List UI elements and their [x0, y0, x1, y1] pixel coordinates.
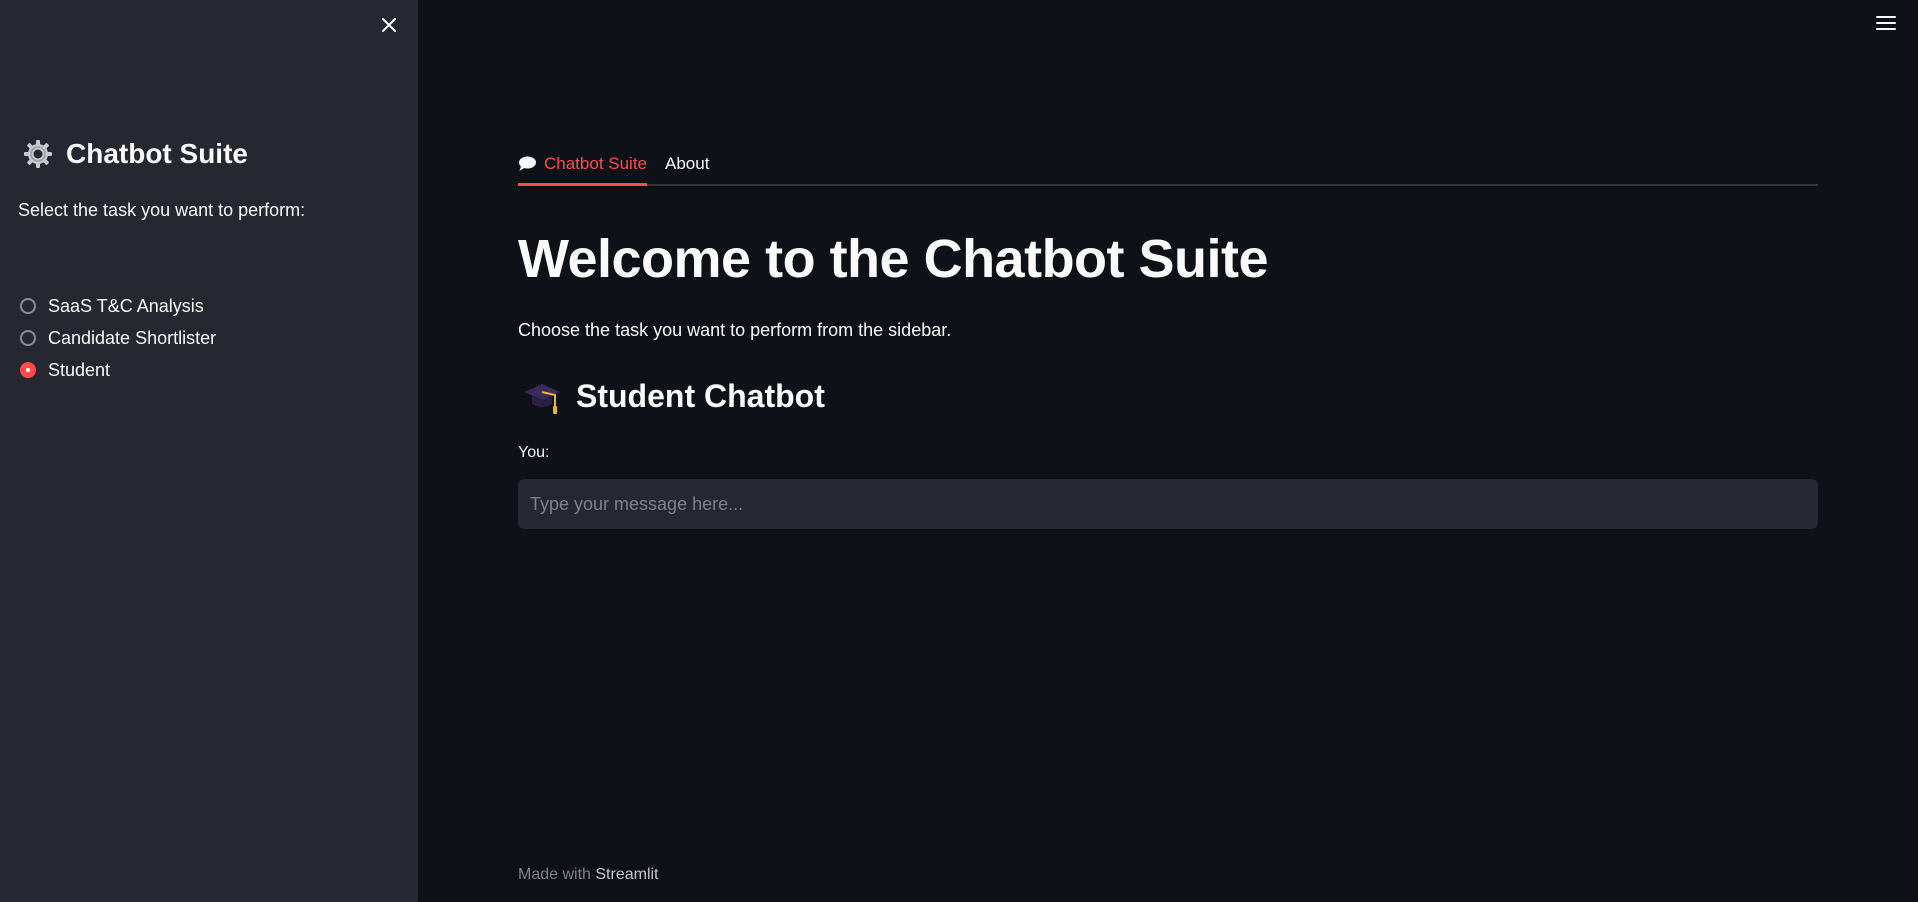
tab-chatbot-suite[interactable]: Chatbot Suite — [518, 146, 648, 186]
chat-message-input[interactable] — [518, 479, 1818, 529]
radio-option-candidate-shortlister[interactable]: Candidate Shortlister — [20, 322, 216, 354]
radio-button-unselected[interactable] — [20, 298, 36, 314]
radio-label: SaaS T&C Analysis — [48, 295, 204, 316]
tab-bar: Chatbot Suite About — [518, 142, 1818, 186]
sidebar-title-text: Chatbot Suite — [66, 138, 248, 169]
section-title: Student Chatbot — [522, 378, 825, 415]
close-icon — [382, 18, 396, 32]
task-radio-group: SaaS T&C Analysis Candidate Shortlister … — [20, 290, 216, 386]
tab-about[interactable]: About — [665, 146, 709, 182]
sidebar-title: Chatbot Suite — [22, 138, 248, 170]
task-select-prompt: Select the task you want to perform: — [18, 200, 306, 220]
page-subtitle: Choose the task you want to perform from… — [518, 320, 952, 340]
chat-input-label: You: — [518, 444, 550, 461]
sidebar: Chatbot Suite Select the task you want t… — [0, 0, 418, 902]
page-title: Welcome to the Chatbot Suite — [518, 229, 1269, 289]
radio-button-selected[interactable] — [20, 362, 36, 378]
tab-label: Chatbot Suite — [544, 154, 648, 173]
app-root: Chatbot Suite Select the task you want t… — [0, 0, 1918, 902]
gear-icon — [24, 140, 52, 168]
speech-bubble-icon — [519, 156, 536, 171]
sidebar-close-button[interactable] — [376, 12, 402, 38]
hamburger-menu-icon — [1876, 28, 1896, 30]
footer: Made with Streamlit — [518, 866, 659, 884]
section-title-text: Student Chatbot — [576, 378, 825, 414]
radio-button-unselected[interactable] — [20, 330, 36, 346]
main-menu-button[interactable] — [1876, 12, 1902, 34]
tab-label: About — [665, 154, 710, 173]
footer-prefix: Made with — [518, 866, 591, 883]
graduation-cap-icon — [524, 383, 560, 414]
radio-option-student[interactable]: Student — [20, 354, 216, 386]
radio-label: Student — [48, 359, 111, 380]
radio-option-saas-tc-analysis[interactable]: SaaS T&C Analysis — [20, 290, 216, 322]
hamburger-menu-icon — [1876, 22, 1896, 24]
footer-streamlit-link[interactable]: Streamlit — [595, 866, 658, 883]
hamburger-menu-icon — [1876, 16, 1896, 18]
radio-label: Candidate Shortlister — [48, 327, 217, 348]
